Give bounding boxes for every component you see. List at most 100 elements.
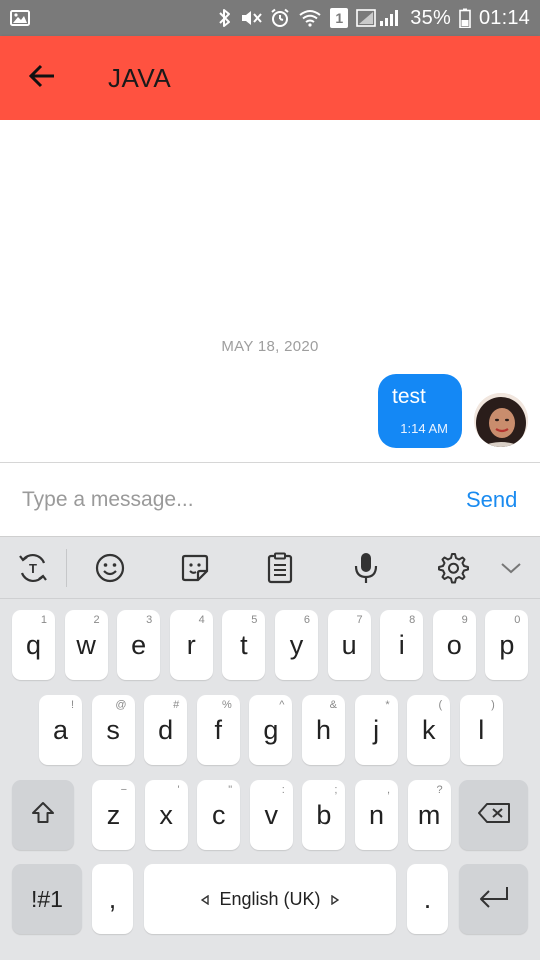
screen: 1 35% 01:14 JAVA MAY 18, 2020 test 1:14 … — [0, 0, 540, 960]
key-y[interactable]: 6y — [275, 610, 318, 680]
key-hint: 3 — [146, 614, 153, 626]
key-hint: 7 — [356, 614, 363, 626]
key-e[interactable]: 3e — [117, 610, 161, 680]
key-label: k — [421, 714, 436, 745]
key-label: w — [76, 629, 96, 660]
key-label: z — [106, 799, 121, 830]
backspace-icon — [477, 802, 511, 829]
key-label: p — [499, 629, 515, 660]
key-hint: # — [173, 699, 180, 711]
key-v[interactable]: :v — [249, 780, 293, 850]
space-key[interactable]: English (UK) — [144, 864, 396, 934]
period-key[interactable]: . — [407, 864, 448, 934]
page-title: JAVA — [108, 62, 172, 93]
key-hint: 4 — [198, 614, 205, 626]
key-h[interactable]: & h — [302, 695, 345, 765]
comma-key[interactable]: , — [92, 864, 133, 934]
key-label: j — [373, 714, 380, 745]
key-label: h — [315, 714, 332, 745]
key-z[interactable]: − z — [92, 780, 135, 850]
key-w[interactable]: 2w — [64, 610, 108, 680]
enter-key[interactable] — [459, 864, 528, 934]
key-f[interactable]: % f — [196, 695, 240, 765]
key-k[interactable]: (k — [407, 695, 451, 765]
key-o[interactable]: 9o — [432, 610, 476, 680]
key-r[interactable]: 4r — [169, 610, 213, 680]
shift-icon — [30, 800, 56, 831]
key-label: t — [240, 629, 248, 660]
clipboard-icon[interactable] — [259, 547, 301, 589]
alarm-icon — [270, 8, 290, 28]
key-hint: 0 — [514, 614, 521, 626]
key-p[interactable]: 0p — [485, 610, 529, 680]
battery-percent: 35% — [410, 6, 451, 29]
key-m[interactable]: ? m — [407, 780, 451, 850]
key-label: l — [478, 714, 485, 745]
key-u[interactable]: 7u — [327, 610, 371, 680]
gear-icon[interactable] — [431, 547, 473, 589]
key-hint: : — [281, 784, 285, 796]
key-label: u — [341, 629, 357, 660]
key-x[interactable]: ' x — [144, 780, 188, 850]
sim-icon: 1 — [330, 8, 349, 28]
symbols-label: !#1 — [31, 885, 63, 912]
key-i[interactable]: 8i — [380, 610, 424, 680]
key-label: f — [214, 714, 223, 745]
key-c[interactable]: " c — [197, 780, 241, 850]
key-hint: 1 — [40, 614, 47, 626]
key-hint: ! — [70, 699, 74, 711]
soft-keyboard: T 1 q 2 w 3 e 4 r 5 t 6 y 7 u 8 i 9 o 0 p! a @ s # d% f ^ g & h * j(k — [0, 536, 540, 960]
shift-key[interactable] — [12, 780, 74, 850]
send-button[interactable]: Send — [460, 470, 540, 530]
status-bar: 1 35% 01:14 — [0, 0, 540, 36]
wifi-icon — [298, 8, 322, 28]
symbols-key[interactable]: !#1 — [12, 864, 82, 934]
arrow-left-icon — [28, 64, 56, 93]
key-hint: 2 — [93, 614, 100, 626]
outgoing-message-bubble[interactable]: test 1:14 AM — [378, 374, 462, 448]
caret-right-icon — [330, 889, 339, 910]
key-j[interactable]: * j — [354, 695, 398, 765]
key-label: b — [316, 799, 332, 830]
key-t[interactable]: 5t — [222, 610, 266, 680]
key-g[interactable]: ^ g — [249, 695, 293, 765]
back-button[interactable] — [0, 36, 84, 120]
keyboard-toolbar: T — [0, 537, 540, 599]
key-l[interactable]: ) l — [459, 695, 503, 765]
key-hint: " — [228, 784, 233, 796]
key-d[interactable]: # d — [144, 695, 188, 765]
chevron-down-icon[interactable] — [490, 547, 532, 589]
app-bar: JAVA — [0, 36, 540, 120]
key-hint: 6 — [303, 614, 310, 626]
bluetooth-icon — [218, 8, 232, 28]
key-label: y — [289, 629, 304, 660]
emoji-icon[interactable] — [89, 547, 131, 589]
key-label: v — [264, 799, 279, 830]
backspace-key[interactable] — [459, 780, 528, 850]
key-label: r — [186, 629, 196, 660]
key-label: n — [368, 799, 385, 830]
key-label: d — [158, 714, 174, 745]
key-n[interactable]: ,n — [355, 780, 398, 850]
message-input[interactable] — [0, 469, 460, 530]
key-s[interactable]: @ s — [91, 695, 135, 765]
gallery-icon — [10, 10, 30, 26]
caret-left-icon — [201, 889, 210, 910]
translate-icon[interactable]: T — [12, 547, 54, 589]
key-hint: * — [385, 699, 390, 711]
key-label: e — [131, 629, 147, 660]
key-label: x — [159, 799, 173, 830]
key-hint: ; — [334, 784, 338, 796]
key-label: g — [263, 714, 279, 745]
message-composer: Send — [0, 462, 540, 536]
message-list[interactable]: MAY 18, 2020 test 1:14 AM — [0, 120, 540, 462]
microphone-icon[interactable] — [345, 547, 387, 589]
key-hint: 8 — [409, 614, 416, 626]
comma-label: , — [108, 883, 117, 914]
signal-icon — [356, 8, 402, 28]
sticker-icon[interactable] — [174, 547, 216, 589]
key-a[interactable]: ! a — [39, 695, 82, 765]
avatar[interactable] — [474, 393, 528, 447]
key-q[interactable]: 1q — [12, 610, 55, 680]
key-b[interactable]: ; b — [302, 780, 346, 850]
